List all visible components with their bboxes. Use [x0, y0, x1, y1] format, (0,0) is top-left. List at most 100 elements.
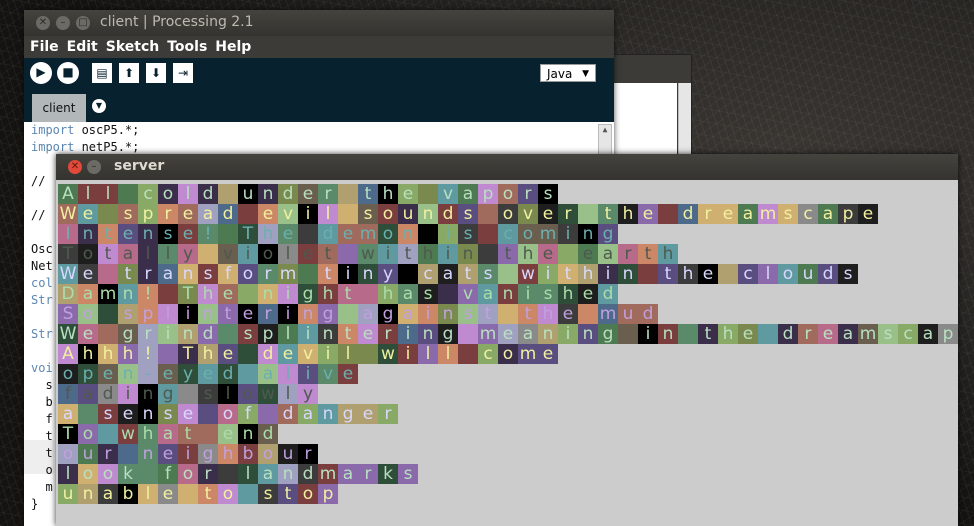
poem-line: We transform tiny cats within the clouds: [58, 264, 858, 284]
poem-char-tile: s: [418, 284, 438, 304]
poem-char-tile: a: [338, 464, 358, 484]
poem-char-tile: [338, 304, 358, 324]
poem-char-tile: l: [338, 344, 358, 364]
menu-help[interactable]: Help: [215, 39, 251, 55]
poem-char-tile: a: [738, 204, 758, 224]
poem-char-tile: s: [198, 384, 218, 404]
stop-icon[interactable]: ■: [57, 62, 79, 84]
code-line: }: [31, 496, 38, 513]
poem-char-tile: o: [78, 424, 98, 444]
poem-char-tile: m: [478, 324, 498, 344]
poem-char-tile: e: [218, 344, 238, 364]
open-icon[interactable]: ⬆: [119, 63, 139, 83]
poem-char-tile: e: [718, 204, 738, 224]
poem-char-tile: i: [238, 244, 258, 264]
poem-char-tile: t: [478, 304, 498, 324]
close-icon[interactable]: ✕: [68, 160, 82, 174]
poem-char-tile: A: [58, 184, 78, 204]
editor-scrollbar[interactable]: ▲: [598, 124, 612, 156]
poem-char-tile: i: [438, 244, 458, 264]
poem-char-tile: T: [178, 284, 198, 304]
new-file-icon[interactable]: ▤: [92, 63, 112, 83]
run-icon[interactable]: ▶: [30, 62, 52, 84]
tab-menu-icon[interactable]: ▼: [92, 99, 106, 113]
code-keyword: Str: [31, 293, 53, 307]
menu-file[interactable]: File: [30, 39, 59, 55]
minimize-icon[interactable]: –: [87, 160, 101, 174]
poem-char-tile: t: [698, 324, 718, 344]
poem-char-tile: b: [118, 484, 138, 504]
poem-char-tile: [298, 224, 318, 244]
poem-char-tile: y: [298, 384, 318, 404]
maximize-icon[interactable]: □: [76, 16, 90, 30]
poem-char-tile: t: [318, 244, 338, 264]
poem-char-tile: o: [58, 364, 78, 384]
poem-char-tile: t: [358, 184, 378, 204]
poem-char-tile: h: [678, 264, 698, 284]
poem-char-tile: h: [718, 324, 738, 344]
mode-select[interactable]: Java ▼: [540, 64, 596, 82]
poem-char-tile: t: [638, 244, 658, 264]
poem-char-tile: w: [358, 244, 378, 264]
poem-char-tile: a: [398, 304, 418, 324]
poem-char-tile: h: [138, 424, 158, 444]
poem-char-tile: a: [398, 284, 418, 304]
server-titlebar[interactable]: ✕ – server: [56, 154, 958, 180]
code-line: //: [31, 207, 45, 224]
poem-char-tile: w: [518, 264, 538, 284]
mode-select-label: Java: [547, 67, 573, 81]
poem-char-tile: u: [238, 184, 258, 204]
poem-char-tile: [398, 264, 418, 284]
poem-char-tile: c: [478, 344, 498, 364]
menu-sketch[interactable]: Sketch: [106, 39, 159, 55]
background-window-scrollbar[interactable]: [678, 83, 691, 155]
export-icon[interactable]: ⇥: [173, 63, 193, 83]
poem-char-tile: s: [158, 404, 178, 424]
poem-char-tile: n: [198, 304, 218, 324]
poem-char-tile: a: [158, 264, 178, 284]
poem-char-tile: [478, 224, 498, 244]
poem-char-tile: h: [118, 344, 138, 364]
client-titlebar[interactable]: ✕ – □ client | Processing 2.1: [24, 10, 614, 36]
poem-char-tile: n: [578, 224, 598, 244]
poem-char-tile: [158, 344, 178, 364]
poem-char-tile: [478, 244, 498, 264]
poem-char-tile: o: [258, 244, 278, 264]
poem-char-tile: h: [98, 344, 118, 364]
poem-char-tile: [458, 344, 478, 364]
poem-char-tile: d: [278, 184, 298, 204]
server-window-title: server: [114, 158, 165, 174]
code-text: s: [31, 378, 53, 392]
poem-char-tile: e: [258, 204, 278, 224]
poem-char-tile: i: [538, 264, 558, 284]
poem-char-tile: n: [318, 404, 338, 424]
poem-char-tile: i: [158, 324, 178, 344]
poem-char-tile: a: [78, 384, 98, 404]
poem-char-tile: [138, 464, 158, 484]
poem-char-tile: e: [178, 204, 198, 224]
poem-char-tile: W: [58, 204, 78, 224]
poem-char-tile: w: [258, 384, 278, 404]
poem-char-tile: n: [578, 324, 598, 344]
poem-line: We grind splintering meaning in the drea…: [58, 324, 958, 344]
menu-edit[interactable]: Edit: [67, 39, 98, 55]
poem-char-tile: r: [298, 444, 318, 464]
code-line: import oscP5.*;: [31, 122, 139, 139]
code-line: Osc: [31, 241, 53, 258]
minimize-icon[interactable]: –: [56, 16, 70, 30]
close-icon[interactable]: ✕: [36, 16, 50, 30]
poem-char-tile: l: [318, 204, 338, 224]
poem-char-tile: A: [58, 344, 78, 364]
poem-char-tile: o: [178, 464, 198, 484]
save-icon[interactable]: ⬇: [146, 63, 166, 83]
poem-line: All cold under the vapors: [58, 184, 558, 204]
tab-client[interactable]: client: [32, 94, 86, 122]
poem-char-tile: h: [538, 304, 558, 324]
poem-char-tile: f: [158, 464, 178, 484]
menu-tools[interactable]: Tools: [167, 39, 207, 55]
poem-char-tile: e: [158, 364, 178, 384]
poem-char-tile: p: [938, 324, 958, 344]
poem-char-tile: t: [558, 264, 578, 284]
poem-char-tile: r: [358, 464, 378, 484]
poem-line: So splintering against the mud: [58, 304, 658, 324]
